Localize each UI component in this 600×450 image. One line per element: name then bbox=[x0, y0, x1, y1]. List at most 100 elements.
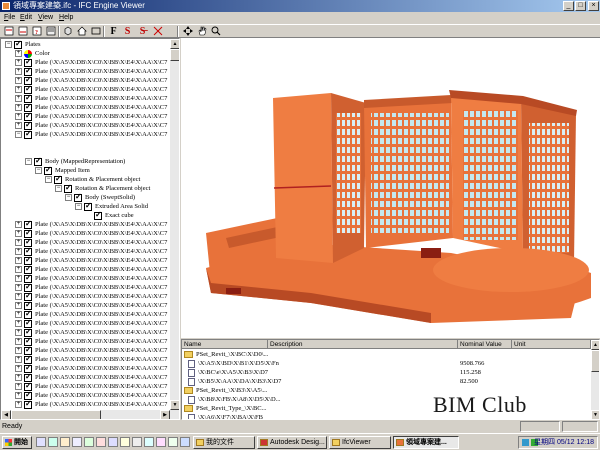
tree-node-rotation-2[interactable]: −Rotation & Placement object bbox=[55, 183, 150, 193]
expand-icon[interactable]: + bbox=[15, 302, 22, 310]
expand-icon[interactable]: + bbox=[15, 365, 22, 373]
scroll-down-icon[interactable]: ▼ bbox=[591, 410, 599, 419]
expand-icon[interactable]: + bbox=[15, 230, 22, 238]
wireframe-icon[interactable] bbox=[152, 26, 163, 37]
quicklaunch-icon[interactable] bbox=[72, 437, 82, 447]
tree-node-body-swept[interactable]: −Body (SweptSolid) bbox=[65, 192, 135, 202]
column-description[interactable]: Description bbox=[268, 340, 458, 349]
expand-icon[interactable]: + bbox=[15, 275, 22, 283]
expand-icon[interactable]: + bbox=[15, 68, 22, 76]
model-tree[interactable]: −Plates +Color + Plate (\X\A5\X\DB\X\C0\X… bbox=[0, 38, 180, 420]
tree-node-plate[interactable]: + Plate (\X\A5\X\DB\X\C0\X\BB\X\E4\X\AA\X… bbox=[15, 363, 167, 373]
scroll-thumb[interactable] bbox=[11, 410, 101, 419]
scroll-down-icon[interactable]: ▼ bbox=[170, 400, 179, 410]
expand-icon[interactable]: + bbox=[15, 374, 22, 382]
menu-edit[interactable]: Edit bbox=[20, 12, 32, 24]
column-unit[interactable]: Unit bbox=[512, 340, 591, 349]
collapse-icon[interactable]: − bbox=[65, 194, 72, 202]
quicklaunch-icon[interactable] bbox=[180, 437, 190, 447]
tree-node-plate[interactable]: + Plate (\X\A5\X\DB\X\C0\X\BB\X\E4\X\AA\X… bbox=[15, 255, 167, 265]
column-nominal-value[interactable]: Nominal Value bbox=[458, 340, 512, 349]
tree-node-plate[interactable]: + Plate (\X\A5\X\DB\X\C0\X\BB\X\E4\X\AA\X… bbox=[15, 354, 167, 364]
tree-node-plate[interactable]: + Plate (\X\A5\X\DB\X\C0\X\BB\X\E4\X\AA\X… bbox=[15, 111, 167, 121]
tree-node-plate[interactable]: + Plate (\X\A5\X\DB\X\C0\X\BB\X\E4\X\AA\X… bbox=[15, 237, 167, 247]
tree-node-plate[interactable]: + Plate (\X\A5\X\DB\X\C0\X\BB\X\E4\X\AA\X… bbox=[15, 372, 167, 382]
expand-icon[interactable]: + bbox=[15, 311, 22, 319]
scroll-up-icon[interactable]: ▲ bbox=[170, 39, 179, 49]
minimize-button[interactable]: _ bbox=[563, 1, 574, 11]
expand-icon[interactable]: + bbox=[15, 221, 22, 229]
frame-view-icon[interactable] bbox=[90, 26, 101, 37]
building-model-render[interactable] bbox=[181, 38, 600, 338]
tree-node-plate[interactable]: + Plate (\X\A5\X\DB\X\C0\X\BB\X\E4\X\AA\X… bbox=[15, 228, 167, 238]
expand-icon[interactable]: + bbox=[15, 122, 22, 130]
collapse-icon[interactable]: − bbox=[5, 41, 12, 49]
task-ifc-engine-viewer[interactable]: 領域專案建... bbox=[393, 436, 459, 449]
close-button[interactable]: × bbox=[588, 1, 599, 11]
tree-node-plate[interactable]: + Plate (\X\A5\X\DB\X\C0\X\BB\X\E4\X\AA\X… bbox=[15, 264, 167, 274]
property-row[interactable]: \X\B8\X\FB\X\A8\X\D5\X\D... bbox=[182, 395, 591, 404]
properties-scrollbar[interactable]: ▲ ▼ bbox=[591, 340, 599, 419]
menu-file[interactable]: File bbox=[4, 12, 15, 24]
quicklaunch-icon[interactable] bbox=[48, 437, 58, 447]
properties-icon[interactable] bbox=[45, 26, 56, 37]
expand-icon[interactable]: + bbox=[15, 266, 22, 274]
tree-node-plate[interactable]: + Plate (\X\A5\X\DB\X\C0\X\BB\X\E4\X\AA\X… bbox=[15, 309, 167, 319]
tree-node-plate[interactable]: + Plate (\X\A5\X\DB\X\C0\X\BB\X\E4\X\AA\X… bbox=[15, 336, 167, 346]
tree-node-plate[interactable]: + Plate (\X\A5\X\DB\X\C0\X\BB\X\E4\X\AA\X… bbox=[15, 273, 167, 283]
collapse-icon[interactable]: − bbox=[75, 203, 82, 211]
tree-node-plate[interactable]: + Plate (\X\A5\X\DB\X\C0\X\BB\X\E4\X\AA\X… bbox=[15, 66, 167, 76]
3d-viewport[interactable] bbox=[181, 38, 600, 338]
quicklaunch-icon[interactable] bbox=[108, 437, 118, 447]
task-autodesk[interactable]: Autodesk Desig... bbox=[257, 436, 327, 449]
tree-node-plate[interactable]: + Plate (\X\A5\X\DB\X\C0\X\BB\X\E4\X\AA\X… bbox=[15, 318, 167, 328]
quicklaunch-icon[interactable] bbox=[84, 437, 94, 447]
tree-node-plate[interactable]: + Plate (\X\A5\X\DB\X\C0\X\BB\X\E4\X\AA\X… bbox=[15, 282, 167, 292]
column-name[interactable]: Name bbox=[182, 340, 268, 349]
tree-node-plate[interactable]: + Plate (\X\A5\X\DB\X\C0\X\BB\X\E4\X\AA\X… bbox=[15, 93, 167, 103]
checkbox[interactable] bbox=[74, 192, 82, 202]
faces-toggle-icon[interactable]: F bbox=[108, 26, 119, 37]
quicklaunch-icon[interactable] bbox=[168, 437, 178, 447]
expand-icon[interactable]: + bbox=[15, 392, 22, 400]
tree-node-plate[interactable]: + Plate (\X\A5\X\DB\X\C0\X\BB\X\E4\X\AA\X… bbox=[15, 300, 167, 310]
strike-toggle-icon[interactable]: S̶ bbox=[137, 26, 148, 37]
start-button[interactable]: 開始 bbox=[2, 436, 32, 449]
checkbox[interactable] bbox=[24, 129, 32, 139]
maximize-button[interactable]: □ bbox=[575, 1, 586, 11]
network-icon[interactable] bbox=[522, 439, 529, 446]
save-ifc-icon[interactable] bbox=[17, 26, 28, 37]
tree-node-plate[interactable]: − Plate (\X\A5\X\DB\X\C0\X\BB\X\E4\X\AA\X… bbox=[15, 129, 167, 139]
cube-view-icon[interactable] bbox=[62, 26, 73, 37]
tree-node-plate[interactable]: + Plate (\X\A5\X\DB\X\C0\X\BB\X\E4\X\AA\X… bbox=[15, 219, 167, 229]
tree-vertical-scrollbar[interactable]: ▲ ▼ bbox=[170, 39, 179, 419]
scroll-thumb[interactable] bbox=[591, 350, 599, 372]
tree-node-plate[interactable]: + Plate (\X\A5\X\DB\X\C0\X\BB\X\E4\X\AA\X… bbox=[15, 84, 167, 94]
expand-icon[interactable]: + bbox=[15, 248, 22, 256]
tree-node-plate[interactable]: + Plate (\X\A5\X\DB\X\C0\X\BB\X\E4\X\AA\X… bbox=[15, 345, 167, 355]
quicklaunch-icon[interactable] bbox=[96, 437, 106, 447]
properties-table[interactable]: Name Description Nominal Value Unit PSet… bbox=[181, 339, 600, 420]
expand-icon[interactable]: + bbox=[15, 293, 22, 301]
tree-node-plate[interactable]: + Plate (\X\A5\X\DB\X\C0\X\BB\X\E4\X\AA\X… bbox=[15, 390, 167, 400]
checkbox[interactable] bbox=[84, 201, 92, 211]
menu-view[interactable]: View bbox=[38, 12, 53, 24]
scroll-up-icon[interactable]: ▲ bbox=[591, 340, 599, 350]
tree-node-plate[interactable]: + Plate (\X\A5\X\DB\X\C0\X\BB\X\E4\X\AA\X… bbox=[15, 102, 167, 112]
expand-icon[interactable]: + bbox=[15, 347, 22, 355]
open-ifc-icon[interactable] bbox=[3, 26, 14, 37]
tree-node-plate[interactable]: + Plate (\X\A5\X\DB\X\C0\X\BB\X\E4\X\AA\X… bbox=[15, 246, 167, 256]
expand-icon[interactable]: + bbox=[15, 284, 22, 292]
tree-horizontal-scrollbar[interactable]: ◀ ▶ bbox=[1, 410, 170, 419]
tree-node-color[interactable]: + Color bbox=[15, 49, 50, 58]
menu-help[interactable]: Help bbox=[59, 12, 73, 24]
property-row[interactable]: PSet_Revit_\X\B3\X\A5\... bbox=[182, 386, 591, 395]
quicklaunch-icon[interactable] bbox=[144, 437, 154, 447]
expand-icon[interactable]: + bbox=[15, 383, 22, 391]
checkbox[interactable] bbox=[44, 165, 52, 175]
collapse-icon[interactable]: − bbox=[35, 167, 42, 175]
tree-node-plate[interactable]: + Plate (\X\A5\X\DB\X\C0\X\BB\X\E4\X\AA\X… bbox=[15, 75, 167, 85]
quicklaunch-icon[interactable] bbox=[120, 437, 130, 447]
collapse-icon[interactable]: − bbox=[25, 158, 32, 166]
reload-icon[interactable]: ? bbox=[31, 26, 42, 37]
